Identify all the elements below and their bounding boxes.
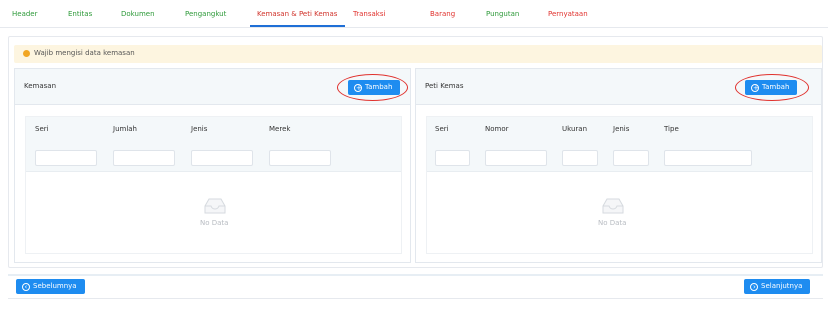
col-nomor: Nomor	[485, 125, 509, 133]
col-jenis: Jenis	[613, 125, 630, 133]
tab-bar: Header Entitas Dokumen Pengangkut Kemasa…	[0, 0, 828, 28]
tab-pungutan[interactable]: Pungutan	[486, 10, 519, 19]
tab-transaksi[interactable]: Transaksi	[353, 10, 385, 19]
empty-text: No Data	[598, 219, 627, 227]
required-notice: Wajib mengisi data kemasan	[14, 45, 822, 63]
tab-pengangkut[interactable]: Pengangkut	[185, 10, 226, 19]
filter-seri-input[interactable]	[35, 150, 97, 166]
tab-barang[interactable]: Barang	[430, 10, 455, 19]
chevron-left-circle-icon	[22, 280, 30, 294]
next-label: Selanjutnya	[761, 282, 803, 290]
next-button[interactable]: Selanjutnya	[744, 279, 811, 294]
tab-header[interactable]: Header	[12, 10, 38, 19]
empty-inbox-icon	[602, 198, 624, 214]
empty-text: No Data	[200, 219, 229, 227]
filter-nomor-input[interactable]	[485, 150, 547, 166]
col-seri: Seri	[35, 125, 49, 133]
warning-dot-icon	[23, 50, 30, 57]
highlight-ring	[735, 74, 809, 101]
col-merek: Merek	[269, 125, 291, 133]
highlight-ring	[337, 74, 408, 101]
filter-seri-input[interactable]	[435, 150, 470, 166]
tab-entitas[interactable]: Entitas	[68, 10, 92, 19]
peti-kemas-table: Seri Nomor Ukuran Jenis Tipe No Data	[426, 116, 813, 254]
filter-jenis-input[interactable]	[613, 150, 649, 166]
tab-pernyataan[interactable]: Pernyataan	[548, 10, 588, 19]
chevron-right-circle-icon	[750, 280, 758, 294]
kemasan-table: Seri Jumlah Jenis Merek No Data	[25, 116, 402, 254]
kemasan-title: Kemasan	[24, 82, 57, 90]
col-jumlah: Jumlah	[113, 125, 137, 133]
active-tab-indicator	[250, 25, 345, 27]
previous-button[interactable]: Sebelumnya	[16, 279, 85, 294]
tab-kemasan-peti-kemas[interactable]: Kemasan & Peti Kemas	[257, 10, 337, 19]
filter-merek-input[interactable]	[269, 150, 331, 166]
filter-jenis-input[interactable]	[191, 150, 253, 166]
tab-dokumen[interactable]: Dokumen	[121, 10, 155, 19]
peti-kemas-title: Peti Kemas	[425, 82, 464, 90]
col-ukuran: Ukuran	[562, 125, 588, 133]
notice-text: Wajib mengisi data kemasan	[34, 49, 135, 57]
filter-ukuran-input[interactable]	[562, 150, 598, 166]
filter-jumlah-input[interactable]	[113, 150, 175, 166]
footer-bar	[8, 274, 823, 299]
kemasan-table-header: Seri Jumlah Jenis Merek	[26, 117, 401, 172]
peti-kemas-table-header: Seri Nomor Ukuran Jenis Tipe	[427, 117, 812, 172]
previous-label: Sebelumnya	[33, 282, 77, 290]
empty-inbox-icon	[204, 198, 226, 214]
filter-tipe-input[interactable]	[664, 150, 752, 166]
col-seri: Seri	[435, 125, 449, 133]
col-tipe: Tipe	[664, 125, 679, 133]
col-jenis: Jenis	[191, 125, 208, 133]
